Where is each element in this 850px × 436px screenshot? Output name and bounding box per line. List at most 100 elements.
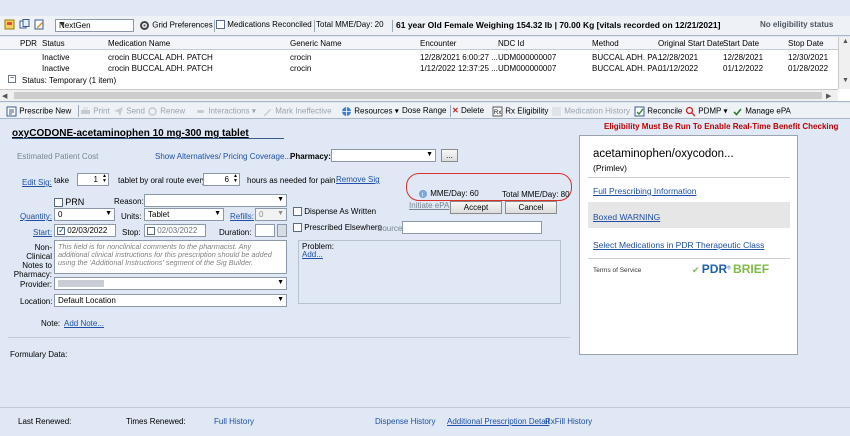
add-note-link[interactable]: Add Note... bbox=[64, 319, 104, 328]
interactions-button[interactable]: Interactions ▾ bbox=[195, 106, 256, 117]
start-date-field[interactable]: 02/03/2022 bbox=[54, 224, 116, 237]
dispense-as-written-checkbox[interactable]: Dispense As Written bbox=[293, 207, 376, 217]
column-header[interactable]: Stop Date bbox=[788, 39, 824, 48]
delete-button[interactable]: ✕ Delete bbox=[452, 106, 484, 115]
quantity-label[interactable]: Quantity: bbox=[20, 212, 52, 221]
pharmacy-browse-button[interactable]: ... bbox=[441, 149, 458, 162]
duration-field[interactable] bbox=[255, 224, 275, 237]
divider bbox=[450, 105, 451, 117]
stop-date-checkbox[interactable] bbox=[147, 226, 155, 235]
show-alternatives-link[interactable]: Show Alternatives/ Pricing Coverage... bbox=[155, 152, 291, 161]
dispense-history-link[interactable]: Dispense History bbox=[375, 417, 435, 426]
scroll-thumb[interactable] bbox=[14, 92, 822, 99]
manage-epa-button[interactable]: Manage ePA bbox=[732, 106, 791, 117]
stepper-arrows-icon[interactable]: ▲ ▼ bbox=[102, 174, 107, 184]
take-quantity-stepper[interactable]: 1 ▲ ▼ bbox=[77, 173, 109, 186]
meds-reconciled-label: Medications Reconciled bbox=[227, 20, 312, 29]
grid-vertical-scrollbar[interactable]: ▲ ▼ bbox=[838, 37, 850, 89]
cell-medication: crocin BUCCAL ADH. PATCH bbox=[108, 64, 213, 73]
full-prescribing-link[interactable]: Full Prescribing Information bbox=[593, 186, 696, 196]
pharmacy-select[interactable]: ▼ bbox=[331, 149, 436, 162]
resources-button[interactable]: Resources ▾ bbox=[341, 106, 399, 117]
boxed-warning-link[interactable]: Boxed WARNING bbox=[593, 212, 660, 222]
column-header[interactable]: Status bbox=[42, 39, 65, 48]
group-row[interactable]: − Status: Temporary (1 item) bbox=[0, 74, 838, 85]
magnifier-icon bbox=[685, 106, 696, 117]
reconcile-button[interactable]: Reconcile bbox=[634, 106, 682, 117]
refills-select[interactable]: 0 ▼ bbox=[255, 208, 287, 221]
cell-status: Inactive bbox=[42, 64, 70, 73]
initiate-epa-link[interactable]: Initiate ePA bbox=[409, 201, 449, 210]
provider-select[interactable]: ▼ bbox=[54, 277, 287, 290]
renew-button[interactable]: Renew bbox=[147, 106, 185, 117]
quantity-select[interactable]: 0 ▼ bbox=[54, 208, 115, 221]
edit-icon[interactable] bbox=[34, 19, 45, 30]
eligibility-status-text: No eligibility status bbox=[760, 20, 834, 29]
collapse-icon[interactable]: − bbox=[8, 75, 16, 83]
provider-select[interactable]: NextGen ▼ bbox=[55, 19, 134, 32]
column-header[interactable]: Medication Name bbox=[108, 39, 170, 48]
table-row[interactable]: Inactive crocin BUCCAL ADH. PATCH crocin… bbox=[0, 62, 838, 73]
scroll-down-icon[interactable]: ▼ bbox=[842, 77, 849, 84]
notes-textarea[interactable]: This field is for nonclinical comments t… bbox=[54, 240, 287, 274]
every-quantity-stepper[interactable]: 6 ▲ ▼ bbox=[203, 173, 240, 186]
reason-select[interactable]: ▼ bbox=[144, 194, 287, 207]
location-select[interactable]: Default Location ▼ bbox=[54, 294, 287, 307]
column-header[interactable]: PDR bbox=[20, 39, 37, 48]
prescribed-elsewhere-checkbox[interactable]: Prescribed Elsewhere bbox=[293, 223, 383, 233]
table-row[interactable]: Inactive crocin BUCCAL ADH. PATCH crocin… bbox=[0, 51, 838, 62]
chevron-down-icon: ▼ bbox=[105, 210, 112, 217]
column-header[interactable]: Original Start Date bbox=[658, 39, 724, 48]
chevron-down-icon: ▾ bbox=[394, 106, 399, 116]
refills-label[interactable]: Refills: bbox=[230, 212, 254, 221]
start-label[interactable]: Start: bbox=[33, 228, 52, 237]
prescribe-icon bbox=[6, 106, 17, 117]
print-button[interactable]: Print bbox=[80, 106, 110, 117]
scroll-right-icon[interactable]: ▶ bbox=[826, 92, 831, 100]
terms-of-service[interactable]: Terms of Service bbox=[593, 267, 641, 274]
stepper-arrows-icon[interactable]: ▲ ▼ bbox=[233, 174, 238, 184]
prn-checkbox[interactable]: PRN bbox=[54, 197, 84, 208]
mark-ineffective-button[interactable]: Mark Ineffective bbox=[262, 106, 332, 117]
prescribed-elsewhere-label: Prescribed Elsewhere bbox=[304, 223, 383, 232]
full-history-link[interactable]: Full History bbox=[214, 417, 254, 426]
scroll-left-icon[interactable]: ◀ bbox=[2, 92, 7, 100]
column-header[interactable]: Generic Name bbox=[290, 39, 342, 48]
flag-icon[interactable] bbox=[4, 19, 15, 30]
additional-detail-link[interactable]: Additional Prescription Detail bbox=[447, 417, 549, 426]
column-header[interactable]: Method bbox=[592, 39, 619, 48]
printer-icon bbox=[81, 107, 90, 114]
source-field[interactable] bbox=[402, 221, 542, 234]
duration-picker-button[interactable] bbox=[277, 224, 287, 237]
start-date-checkbox[interactable] bbox=[57, 225, 66, 236]
grid-horizontal-scrollbar[interactable]: ◀ ▶ bbox=[0, 89, 838, 101]
copy-icon[interactable] bbox=[19, 19, 30, 30]
remove-sig-link[interactable]: Remove Sig bbox=[336, 175, 380, 184]
accept-button[interactable]: Accept bbox=[450, 201, 502, 214]
column-header[interactable]: NDC Id bbox=[498, 39, 524, 48]
edit-sig-link[interactable]: Edit Sig: bbox=[22, 178, 52, 187]
svg-text:Rx: Rx bbox=[494, 110, 501, 116]
medication-history-button[interactable]: Medication History bbox=[551, 106, 630, 117]
rx-eligibility-button[interactable]: Rx Rx Eligibility bbox=[492, 106, 548, 117]
column-header[interactable]: Encounter bbox=[420, 39, 456, 48]
meds-reconciled-checkbox[interactable]: Medications Reconciled bbox=[216, 20, 312, 30]
chevron-down-icon: ▼ bbox=[277, 279, 284, 286]
select-meds-link[interactable]: Select Medications in PDR Therapeutic Cl… bbox=[593, 240, 764, 250]
window-top-strip bbox=[0, 0, 850, 16]
chevron-down-icon: ▼ bbox=[277, 210, 284, 217]
stop-date-field[interactable]: 02/03/2022 bbox=[144, 224, 206, 237]
rxfill-history-link[interactable]: RxFill History bbox=[545, 417, 592, 426]
units-select[interactable]: Tablet ▼ bbox=[144, 208, 224, 221]
pdmp-button[interactable]: PDMP ▾ bbox=[685, 106, 727, 117]
grid-preferences-button[interactable]: Grid Preferences bbox=[139, 20, 213, 31]
column-header[interactable]: Start Date bbox=[723, 39, 759, 48]
prescribe-new-button[interactable]: Prescribe New bbox=[6, 106, 71, 117]
cancel-button[interactable]: Cancel bbox=[505, 201, 557, 214]
pharmacy-label: Pharmacy: bbox=[290, 152, 331, 161]
scroll-up-icon[interactable]: ▲ bbox=[842, 38, 849, 45]
send-button[interactable]: Send bbox=[113, 106, 145, 117]
cell-method: BUCCAL ADH. PA... bbox=[592, 53, 665, 62]
dose-range-button[interactable]: Dose Range bbox=[402, 106, 446, 115]
cell-original-start: 12/28/2021 bbox=[658, 53, 699, 62]
